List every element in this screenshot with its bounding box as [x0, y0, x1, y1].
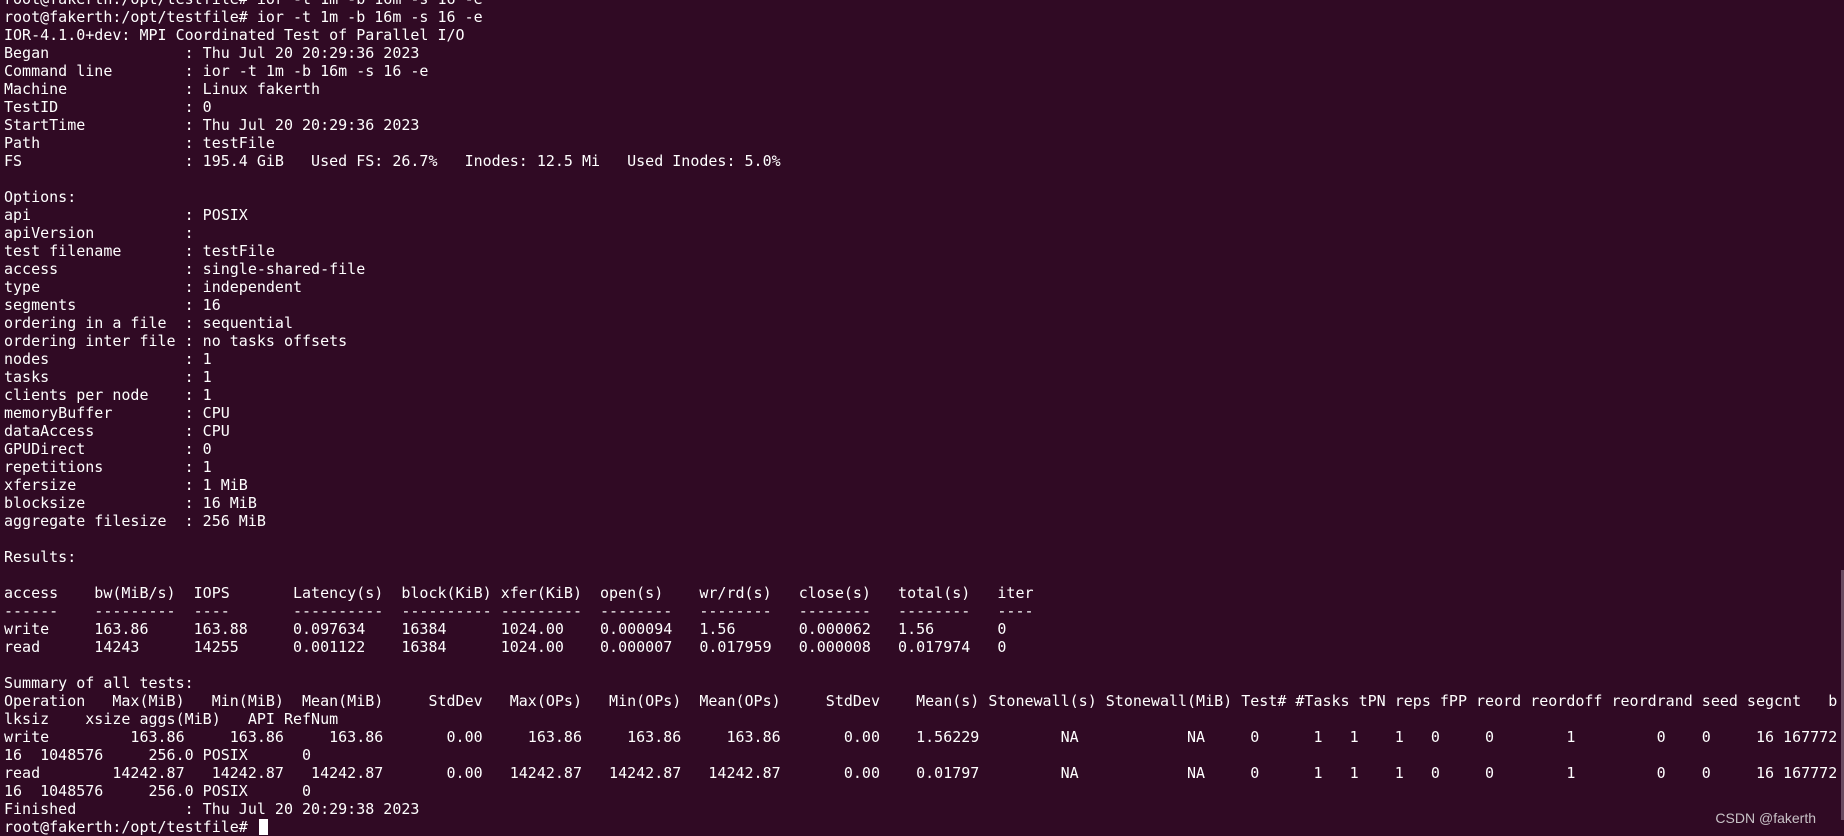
option-blocksize: blocksize : 16 MiB	[4, 494, 257, 512]
summary-row-read-wrap: 16 1048576 256.0 POSIX 0	[4, 782, 312, 800]
option-xfersize: xfersize : 1 MiB	[4, 476, 248, 494]
option-segments: segments : 16	[4, 296, 221, 314]
fs-line: FS : 195.4 GiB Used FS: 26.7% Inodes: 12…	[4, 152, 781, 170]
shell-prompt: root@fakerth:/opt/testfile#	[4, 818, 257, 836]
results-row-read: read 14243 14255 0.001122 16384 1024.00 …	[4, 638, 1007, 656]
option-gpudirect: GPUDirect : 0	[4, 440, 212, 458]
results-table-separator: ------ --------- ---- ---------- -------…	[4, 602, 1034, 620]
began-line: Began : Thu Jul 20 20:29:36 2023	[4, 44, 420, 62]
results-table-header: access bw(MiB/s) IOPS Latency(s) block(K…	[4, 584, 1034, 602]
testid-line: TestID : 0	[4, 98, 212, 116]
option-test-filename: test filename : testFile	[4, 242, 275, 260]
path-line: Path : testFile	[4, 134, 275, 152]
command-line: root@fakerth:/opt/testfile# ior -t 1m -b…	[4, 8, 483, 26]
option-type: type : independent	[4, 278, 303, 296]
summary-row-write: write 163.86 163.86 163.86 0.00 163.86 1…	[4, 728, 1838, 746]
option-memorybuffer: memoryBuffer : CPU	[4, 404, 230, 422]
option-access: access : single-shared-file	[4, 260, 366, 278]
option-ordering-inter-file: ordering inter file : no tasks offsets	[4, 332, 348, 350]
terminal-output[interactable]: root@fakerth:/opt/testfile# ior -t 1m -b…	[4, 0, 1840, 836]
prompt-line[interactable]: root@fakerth:/opt/testfile#	[4, 818, 1840, 836]
starttime-line: StartTime : Thu Jul 20 20:29:36 2023	[4, 116, 420, 134]
terminal-line: root@fakerth:/opt/testfile# ior -t 1m -b…	[4, 0, 1840, 8]
option-apiversion: apiVersion :	[4, 224, 194, 242]
watermark: CSDN @fakerth	[1715, 810, 1816, 826]
finished-line: Finished : Thu Jul 20 20:29:38 2023	[4, 800, 420, 818]
text-cursor	[258, 819, 268, 835]
option-nodes: nodes : 1	[4, 350, 212, 368]
option-clients-per-node: clients per node : 1	[4, 386, 212, 404]
summary-heading: Summary of all tests:	[4, 674, 194, 692]
option-tasks: tasks : 1	[4, 368, 212, 386]
command-line-info: Command line : ior -t 1m -b 16m -s 16 -e	[4, 62, 429, 80]
summary-table-header-wrap: lksiz xsize aggs(MiB) API RefNum	[4, 710, 339, 728]
summary-row-read: read 14242.87 14242.87 14242.87 0.00 142…	[4, 764, 1838, 782]
results-row-write: write 163.86 163.88 0.097634 16384 1024.…	[4, 620, 1007, 638]
results-heading: Results:	[4, 548, 77, 566]
option-ordering-in-file: ordering in a file : sequential	[4, 314, 293, 332]
ior-header: IOR-4.1.0+dev: MPI Coordinated Test of P…	[4, 26, 465, 44]
summary-table-header: Operation Max(MiB) Min(MiB) Mean(MiB) St…	[4, 692, 1838, 710]
summary-row-write-wrap: 16 1048576 256.0 POSIX 0	[4, 746, 312, 764]
options-heading: Options:	[4, 188, 77, 206]
option-api: api : POSIX	[4, 206, 248, 224]
option-dataaccess: dataAccess : CPU	[4, 422, 230, 440]
machine-line: Machine : Linux fakerth	[4, 80, 321, 98]
option-repetitions: repetitions : 1	[4, 458, 212, 476]
option-aggregate-filesize: aggregate filesize : 256 MiB	[4, 512, 266, 530]
